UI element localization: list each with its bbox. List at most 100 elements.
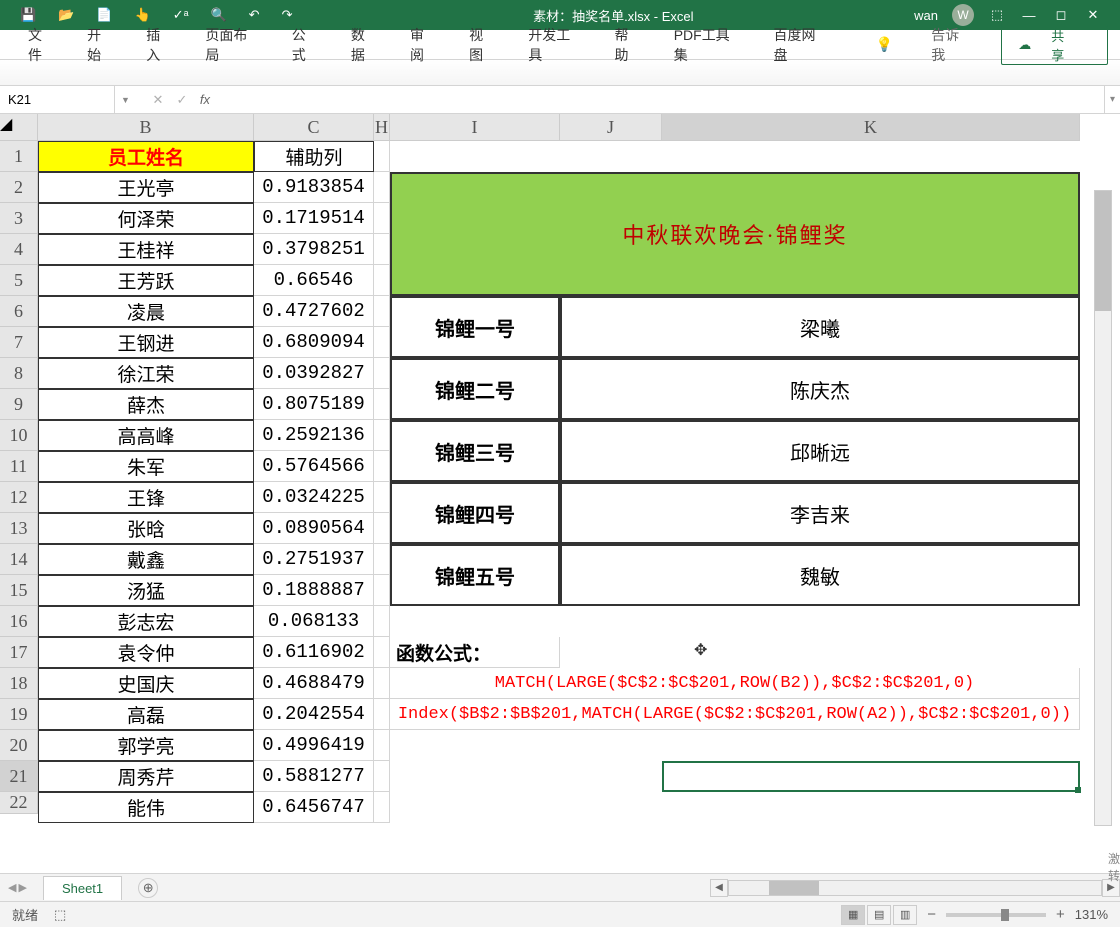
cell[interactable] bbox=[374, 172, 390, 203]
cell[interactable] bbox=[374, 699, 390, 730]
cell[interactable] bbox=[374, 513, 390, 544]
cell[interactable] bbox=[374, 482, 390, 513]
redo-icon[interactable]: ↷ bbox=[282, 7, 293, 23]
cell[interactable]: 0.6116902 bbox=[254, 637, 374, 668]
cell[interactable] bbox=[374, 606, 390, 637]
cell[interactable]: 0.1888887 bbox=[254, 575, 374, 606]
view-break-icon[interactable]: ▥ bbox=[893, 905, 917, 925]
zoom-thumb[interactable] bbox=[1001, 909, 1009, 921]
row-header-9[interactable]: 9 bbox=[0, 389, 38, 420]
cell[interactable] bbox=[374, 141, 390, 172]
cell[interactable]: MATCH(LARGE($C$2:$C$201,ROW(B2)),$C$2:$C… bbox=[390, 668, 1080, 699]
cell[interactable]: 0.8075189 bbox=[254, 389, 374, 420]
name-box-dropdown-icon[interactable]: ▼ bbox=[115, 95, 136, 105]
open-icon[interactable]: 📂 bbox=[58, 7, 74, 23]
zoom-in-button[interactable]: + bbox=[1056, 906, 1065, 923]
row-header-16[interactable]: 16 bbox=[0, 606, 38, 637]
share-button[interactable]: ☁ 共享 bbox=[1001, 25, 1108, 65]
row-header-10[interactable]: 10 bbox=[0, 420, 38, 451]
horizontal-scrollbar[interactable]: ◀ ▶ bbox=[710, 879, 1120, 897]
cell[interactable]: 高高峰 bbox=[38, 420, 254, 451]
row-header-6[interactable]: 6 bbox=[0, 296, 38, 327]
tab-file[interactable]: 文件 bbox=[12, 25, 71, 65]
cell[interactable]: 0.6456747 bbox=[254, 792, 374, 823]
minimize-icon[interactable]: — bbox=[1020, 8, 1038, 23]
expand-formula-bar-icon[interactable]: ▾ bbox=[1104, 86, 1120, 113]
zoom-slider[interactable] bbox=[946, 913, 1046, 917]
cell[interactable] bbox=[374, 203, 390, 234]
cell[interactable]: 0.66546 bbox=[254, 265, 374, 296]
cell[interactable]: 0.9183854 bbox=[254, 172, 374, 203]
row-header-20[interactable]: 20 bbox=[0, 730, 38, 761]
fx-icon[interactable]: fx bbox=[194, 92, 216, 107]
cell[interactable]: 0.4688479 bbox=[254, 668, 374, 699]
cell[interactable]: 王钢进 bbox=[38, 327, 254, 358]
save-icon[interactable]: 💾 bbox=[20, 7, 36, 23]
vertical-scrollbar[interactable] bbox=[1094, 190, 1112, 826]
col-header-k[interactable]: K bbox=[662, 114, 1080, 141]
tab-review[interactable]: 审阅 bbox=[394, 25, 453, 65]
cell[interactable]: 戴鑫 bbox=[38, 544, 254, 575]
new-icon[interactable]: 📄 bbox=[96, 7, 112, 23]
row-header-3[interactable]: 3 bbox=[0, 203, 38, 234]
cell[interactable]: 张晗 bbox=[38, 513, 254, 544]
row-header-8[interactable]: 8 bbox=[0, 358, 38, 389]
hscroll-thumb[interactable] bbox=[769, 881, 819, 895]
cell[interactable]: 陈庆杰 bbox=[560, 358, 1080, 420]
tab-formulas[interactable]: 公式 bbox=[276, 25, 335, 65]
row-header-13[interactable]: 13 bbox=[0, 513, 38, 544]
cell[interactable]: 0.0392827 bbox=[254, 358, 374, 389]
tell-me-search[interactable]: 💡告诉我 bbox=[844, 25, 1001, 65]
cell[interactable]: 朱军 bbox=[38, 451, 254, 482]
row-header-12[interactable]: 12 bbox=[0, 482, 38, 513]
cell[interactable] bbox=[374, 358, 390, 389]
undo-icon[interactable]: ↶ bbox=[249, 7, 260, 23]
cell[interactable] bbox=[374, 575, 390, 606]
cell[interactable]: 袁令仲 bbox=[38, 637, 254, 668]
vscroll-thumb[interactable] bbox=[1095, 191, 1111, 311]
cell[interactable] bbox=[374, 637, 390, 668]
cell[interactable]: 函数公式： bbox=[390, 637, 560, 668]
col-header-h[interactable]: H bbox=[374, 114, 390, 141]
cell[interactable]: 史国庆 bbox=[38, 668, 254, 699]
tab-view[interactable]: 视图 bbox=[453, 25, 512, 65]
row-header-19[interactable]: 19 bbox=[0, 699, 38, 730]
cell[interactable]: 周秀芹 bbox=[38, 761, 254, 792]
cell[interactable]: 0.2592136 bbox=[254, 420, 374, 451]
hscroll-left-icon[interactable]: ◀ bbox=[710, 879, 728, 897]
close-icon[interactable]: ✕ bbox=[1084, 7, 1102, 23]
cell[interactable]: 高磊 bbox=[38, 699, 254, 730]
add-sheet-button[interactable]: ⊕ bbox=[138, 878, 158, 898]
cell[interactable]: 0.5764566 bbox=[254, 451, 374, 482]
cell[interactable] bbox=[374, 668, 390, 699]
cell[interactable] bbox=[374, 296, 390, 327]
row-header-15[interactable]: 15 bbox=[0, 575, 38, 606]
row-header-4[interactable]: 4 bbox=[0, 234, 38, 265]
row-header-18[interactable]: 18 bbox=[0, 668, 38, 699]
cell[interactable]: 0.0890564 bbox=[254, 513, 374, 544]
cell[interactable]: 王桂祥 bbox=[38, 234, 254, 265]
cell[interactable]: 0.3798251 bbox=[254, 234, 374, 265]
cell[interactable]: 王光亭 bbox=[38, 172, 254, 203]
row-header-21[interactable]: 21 bbox=[0, 761, 38, 792]
cell[interactable]: 邱晰远 bbox=[560, 420, 1080, 482]
cell[interactable]: 0.5881277 bbox=[254, 761, 374, 792]
row-header-17[interactable]: 17 bbox=[0, 637, 38, 668]
tab-developer[interactable]: 开发工具 bbox=[512, 25, 598, 65]
cell[interactable] bbox=[374, 792, 390, 823]
cell[interactable]: 王锋 bbox=[38, 482, 254, 513]
touch-icon[interactable]: 👆 bbox=[135, 7, 151, 23]
cell[interactable]: 0.4727602 bbox=[254, 296, 374, 327]
cell[interactable]: 锦鲤四号 bbox=[390, 482, 560, 544]
cell[interactable]: 锦鲤五号 bbox=[390, 544, 560, 606]
cell[interactable]: 0.4996419 bbox=[254, 730, 374, 761]
row-header-1[interactable]: 1 bbox=[0, 141, 38, 172]
cell[interactable] bbox=[374, 389, 390, 420]
cell[interactable]: 员工姓名 bbox=[38, 141, 254, 172]
select-all-corner[interactable]: ◢ bbox=[0, 114, 38, 141]
preview-icon[interactable]: 🔍 bbox=[210, 7, 226, 23]
row-header-2[interactable]: 2 bbox=[0, 172, 38, 203]
cell[interactable]: 锦鲤一号 bbox=[390, 296, 560, 358]
row-header-7[interactable]: 7 bbox=[0, 327, 38, 358]
cell[interactable]: 梁曦 bbox=[560, 296, 1080, 358]
